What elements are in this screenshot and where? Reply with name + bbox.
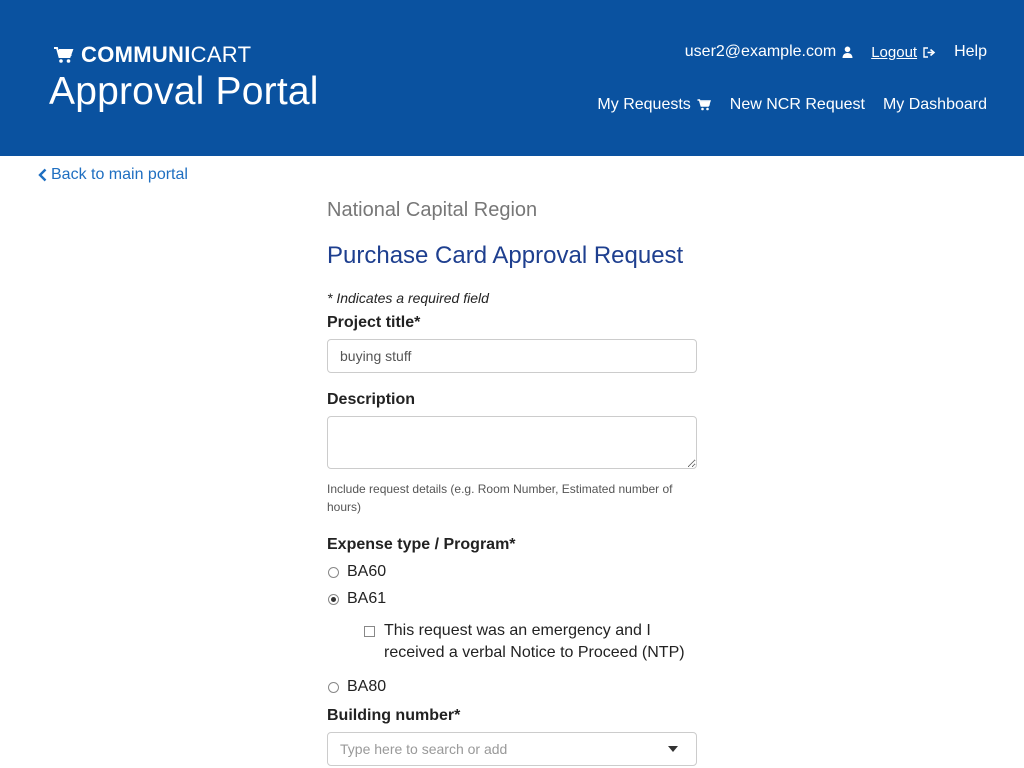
emergency-ntp-checkbox-row[interactable]: This request was an emergency and I rece… <box>364 620 697 664</box>
description-help-text: Include request details (e.g. Room Numbe… <box>327 482 673 514</box>
expense-type-label: Expense type / Program* <box>327 536 516 553</box>
user-icon <box>842 46 853 58</box>
brand-name-bold: COMMUNI <box>81 42 191 67</box>
expense-option-label: BA60 <box>347 563 387 580</box>
caret-down-icon[interactable] <box>668 746 678 752</box>
user-email: user2@example.com <box>684 43 837 60</box>
project-title-input[interactable] <box>327 339 697 373</box>
nav-my-dashboard[interactable]: My Dashboard <box>883 96 987 114</box>
project-title-label: Project title* <box>327 314 421 331</box>
brand-logo[interactable]: COMMUNI CART <box>53 42 251 68</box>
cart-icon <box>697 99 712 111</box>
expense-option-ba60[interactable]: BA60 <box>327 563 697 581</box>
header-banner: COMMUNI CART Approval Portal user2@exampl… <box>0 0 1024 156</box>
cart-icon <box>53 46 75 64</box>
top-nav: user2@example.com Logout Help <box>667 43 987 61</box>
back-link-label: Back to main portal <box>51 166 188 183</box>
radio-button-selected[interactable] <box>328 593 339 605</box>
nav-my-requests-label: My Requests <box>597 96 691 113</box>
logout-link[interactable]: Logout <box>871 44 936 61</box>
radio-button[interactable] <box>328 681 339 693</box>
portal-title: Approval Portal <box>49 70 319 113</box>
radio-button[interactable] <box>328 566 339 578</box>
description-textarea[interactable] <box>327 416 697 469</box>
approval-request-form: National Capital Region Purchase Card Ap… <box>327 196 697 766</box>
description-label: Description <box>327 391 416 408</box>
region-heading: National Capital Region <box>327 199 538 221</box>
expense-option-label: BA61 <box>347 590 387 607</box>
building-number-select[interactable]: Type here to search or add <box>327 732 697 766</box>
required-field-note: * Indicates a required field <box>327 290 489 306</box>
nav-new-ncr-request[interactable]: New NCR Request <box>730 96 865 114</box>
main-nav: My Requests New NCR Request My Dashboard <box>579 96 987 114</box>
expense-option-ba80[interactable]: BA80 <box>327 678 697 696</box>
emergency-checkbox-label: This request was an emergency and I rece… <box>384 622 685 661</box>
form-title: Purchase Card Approval Request <box>327 242 684 269</box>
logout-label: Logout <box>871 43 918 61</box>
expense-option-ba61[interactable]: BA61 <box>327 590 697 608</box>
emergency-checkbox[interactable] <box>364 626 375 637</box>
user-account-link[interactable]: user2@example.com <box>685 43 853 61</box>
help-link[interactable]: Help <box>954 43 987 61</box>
building-number-label: Building number* <box>327 707 461 724</box>
nav-my-requests[interactable]: My Requests <box>597 96 711 114</box>
building-select-placeholder: Type here to search or add <box>340 741 508 757</box>
expense-option-label: BA80 <box>347 678 387 695</box>
back-to-main-portal-link[interactable]: Back to main portal <box>38 166 188 184</box>
brand-name-light: CART <box>190 42 252 67</box>
logout-icon <box>923 46 936 58</box>
chevron-left-icon <box>38 168 47 182</box>
